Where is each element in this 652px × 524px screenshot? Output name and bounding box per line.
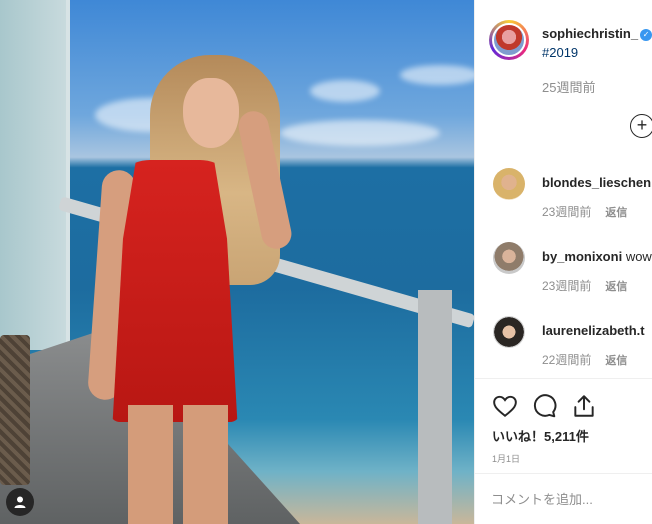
comment-line: blondes_lieschen xyxy=(542,175,651,190)
cloud xyxy=(280,120,440,146)
comment-meta: 23週間前 返信 xyxy=(542,203,627,220)
post-photo[interactable] xyxy=(0,0,474,524)
comment-text: wow xyxy=(625,249,652,264)
add-comment-input[interactable] xyxy=(491,492,641,507)
reply-button[interactable]: 返信 xyxy=(605,281,627,293)
hashtag-link[interactable]: #2019 xyxy=(542,45,578,60)
caption: #2019 xyxy=(542,45,578,60)
comment-meta: 22週間前 返信 xyxy=(542,351,627,368)
comment-box xyxy=(475,473,652,524)
wicker-chair xyxy=(0,335,30,485)
comment-time[interactable]: 23週間前 xyxy=(542,279,591,293)
reply-button[interactable]: 返信 xyxy=(605,207,627,219)
commenter-avatar[interactable] xyxy=(493,242,525,274)
author-username-text[interactable]: sophiechristin_ xyxy=(542,26,638,41)
comment-time[interactable]: 22週間前 xyxy=(542,353,591,367)
comment-time[interactable]: 23週間前 xyxy=(542,205,591,219)
comment-line: laurenelizabeth.t xyxy=(542,323,645,338)
person-face xyxy=(183,78,239,148)
verified-badge-icon: ✓ xyxy=(640,28,652,41)
caption-time[interactable]: 25週間前 xyxy=(542,77,595,96)
post-header: sophiechristin_ ✓ #2019 25週間前 xyxy=(475,0,652,105)
balcony-wall xyxy=(0,0,70,350)
author-username[interactable]: sophiechristin_ ✓ xyxy=(542,26,652,41)
comment-item: laurenelizabeth.t 22週間前 返信 xyxy=(475,316,652,386)
comment-meta: 23週間前 返信 xyxy=(542,277,627,294)
cloud xyxy=(400,65,474,85)
comment-item: blondes_lieschen 23週間前 返信 xyxy=(475,168,652,238)
person-legs xyxy=(128,405,228,524)
like-count[interactable]: いいね！5,211件 xyxy=(492,426,589,445)
tagged-user-icon[interactable] xyxy=(6,488,34,516)
commenter-avatar[interactable] xyxy=(493,316,525,348)
post-date[interactable]: 1月1日 xyxy=(492,452,520,465)
comment-icon[interactable] xyxy=(531,393,557,419)
reply-button[interactable]: 返信 xyxy=(605,355,627,367)
cloud xyxy=(310,80,380,102)
railing-post xyxy=(418,290,452,524)
commenter-username[interactable]: by_monixoni xyxy=(542,249,622,264)
commenter-username[interactable]: blondes_lieschen xyxy=(542,175,651,190)
commenter-avatar[interactable] xyxy=(493,168,525,200)
post-actions: いいね！5,211件 1月1日 xyxy=(475,378,652,473)
share-icon[interactable] xyxy=(571,393,597,419)
commenter-username[interactable]: laurenelizabeth.t xyxy=(542,323,645,338)
red-dress xyxy=(112,160,238,422)
load-more-comments-button[interactable]: + xyxy=(630,114,652,138)
heart-icon[interactable] xyxy=(492,393,518,419)
comment-item: by_monixoni wow 23週間前 返信 xyxy=(475,242,652,312)
comment-line: by_monixoni wow xyxy=(542,249,652,264)
post-side-panel: sophiechristin_ ✓ #2019 25週間前 + blondes_l… xyxy=(474,0,652,524)
user-silhouette-icon xyxy=(14,496,26,508)
author-avatar[interactable] xyxy=(489,20,529,60)
